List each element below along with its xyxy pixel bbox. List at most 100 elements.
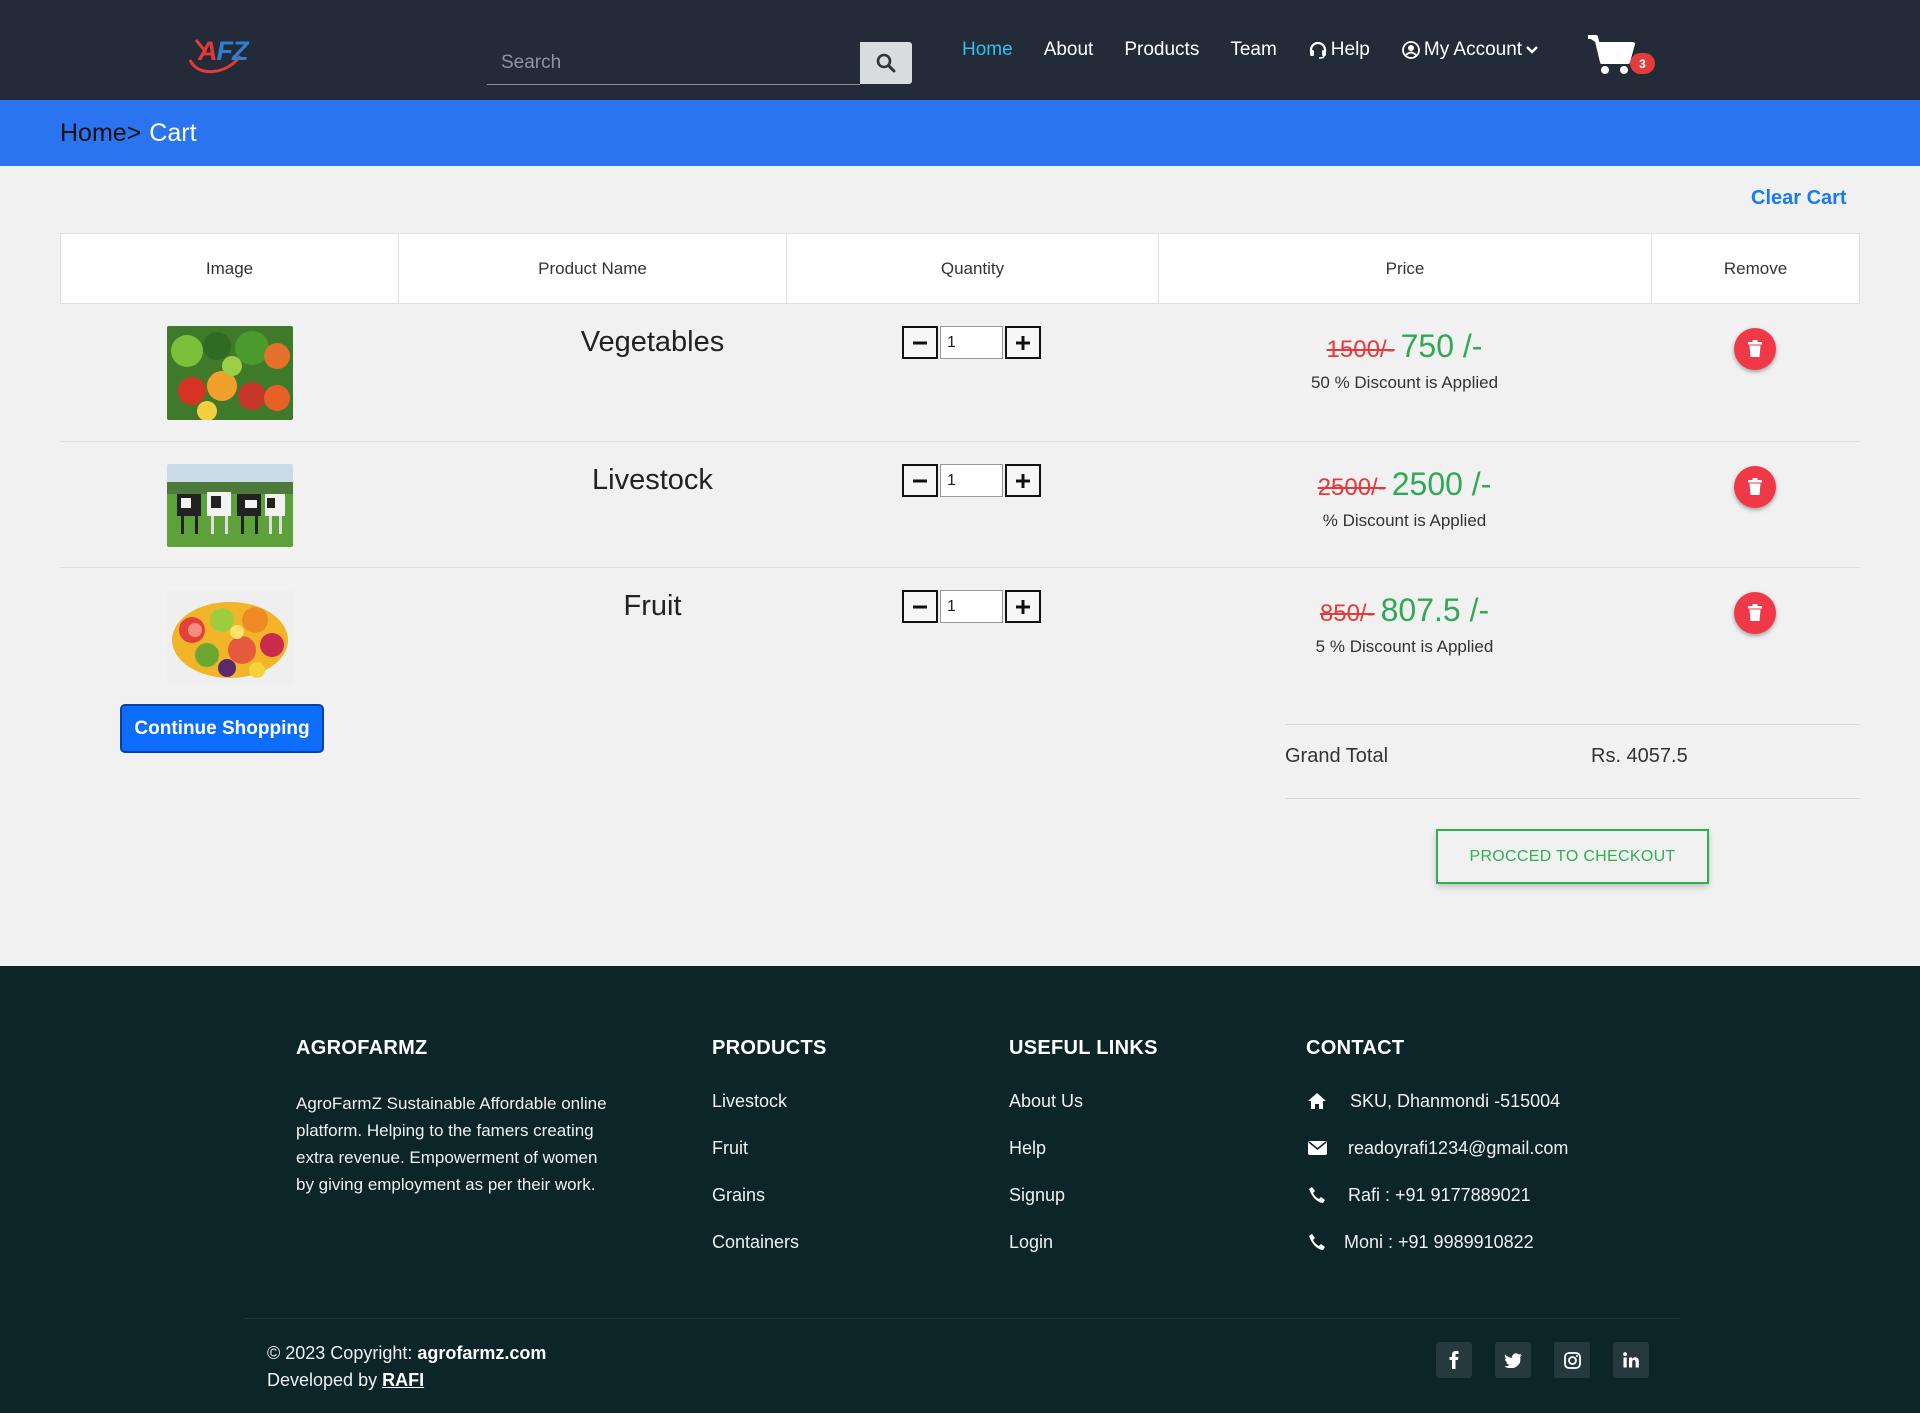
footer-link-fruit[interactable]: Fruit (712, 1138, 827, 1185)
discounted-price: 2500 /- (1391, 466, 1492, 502)
search-button[interactable] (860, 42, 912, 84)
footer-about-heading: AGROFARMZ (296, 1037, 428, 1059)
total-divider-bottom (1285, 798, 1860, 799)
footer-products-heading: PRODUCTS (712, 1037, 827, 1059)
discounted-price: 807.5 /- (1380, 592, 1490, 628)
discount-note: % Discount is Applied (1322, 511, 1487, 530)
product-name: Livestock (592, 464, 713, 496)
checkout-button[interactable]: PROCCED TO CHECKOUT (1436, 829, 1709, 884)
decrease-button[interactable] (902, 326, 938, 359)
instagram-button[interactable] (1554, 1342, 1590, 1378)
original-price: 850/- (1319, 600, 1375, 627)
quantity-input[interactable] (940, 590, 1003, 623)
footer-link-about-us[interactable]: About Us (1009, 1091, 1158, 1138)
original-price: 2500/- (1317, 474, 1386, 501)
linkedin-button[interactable] (1613, 1342, 1649, 1378)
header-image: Image (61, 234, 399, 303)
social-links (1436, 1342, 1672, 1378)
contact-email[interactable]: readoyrafi1234@gmail.com (1306, 1138, 1568, 1185)
footer-about-text: AgroFarmZ Sustainable Affordable online … (296, 1094, 607, 1194)
nav-help[interactable]: Help (1308, 39, 1370, 61)
footer-products: PRODUCTS Livestock Fruit Grains Containe… (712, 1037, 827, 1279)
breadcrumb-bar: Home> Cart (0, 100, 1920, 166)
footer-contact: CONTACT SKU, Dhanmondi -515004 readoyraf… (1306, 1037, 1568, 1279)
increase-button[interactable] (1005, 590, 1041, 623)
footer-link-help[interactable]: Help (1009, 1138, 1158, 1185)
increase-button[interactable] (1005, 464, 1041, 497)
cart-row-livestock: Livestock 2500/-2500 /- % Discount is Ap… (60, 442, 1860, 568)
footer-divider (244, 1318, 1680, 1319)
top-navbar: AFZ Home About Products Team Help My Acc… (0, 0, 1920, 100)
footer-link-login[interactable]: Login (1009, 1232, 1158, 1279)
facebook-icon (1449, 1351, 1459, 1369)
product-name: Vegetables (580, 326, 725, 358)
footer-link-grains[interactable]: Grains (712, 1185, 827, 1232)
nav-about[interactable]: About (1044, 39, 1094, 61)
discount-note: 50 % Discount is Applied (1310, 373, 1499, 392)
minus-icon (913, 605, 927, 608)
breadcrumb-current: Cart (149, 119, 197, 147)
copyright-site-link[interactable]: agrofarmz.com (417, 1343, 546, 1363)
remove-button[interactable] (1734, 592, 1776, 634)
search-bar (487, 42, 912, 85)
chevron-down-icon (1526, 46, 1538, 54)
developer-link[interactable]: RAFI (382, 1370, 424, 1390)
copyright: © 2023 Copyright: agrofarmz.com Develope… (267, 1343, 547, 1390)
quantity-input[interactable] (940, 464, 1003, 497)
remove-button[interactable] (1734, 466, 1776, 508)
home-icon (1306, 1091, 1328, 1111)
quantity-stepper (902, 326, 1041, 359)
clear-cart-link[interactable]: Clear Cart (1751, 187, 1847, 210)
product-name: Fruit (623, 590, 682, 622)
header-price: Price (1159, 234, 1652, 303)
grand-total-label: Grand Total (1285, 745, 1389, 767)
footer-link-livestock[interactable]: Livestock (712, 1091, 827, 1138)
breadcrumb-home[interactable]: Home> (60, 119, 141, 148)
cart-count-badge: 3 (1630, 53, 1655, 74)
decrease-button[interactable] (902, 590, 938, 623)
instagram-icon (1563, 1351, 1581, 1369)
nav-team[interactable]: Team (1230, 39, 1276, 61)
trash-icon (1748, 604, 1762, 621)
search-input[interactable] (487, 42, 860, 85)
cows-image (167, 464, 293, 547)
contact-phone-rafi[interactable]: Rafi : +91 9177889021 (1306, 1185, 1568, 1232)
quantity-stepper (902, 464, 1041, 497)
cart-icon (1588, 35, 1635, 74)
increase-button[interactable] (1005, 326, 1041, 359)
nav-home[interactable]: Home (962, 39, 1013, 61)
quantity-stepper (902, 590, 1041, 623)
continue-shopping-button[interactable]: Continue Shopping (120, 704, 324, 753)
facebook-button[interactable] (1436, 1342, 1472, 1378)
headset-icon (1309, 41, 1326, 59)
footer-useful-heading: USEFUL LINKS (1009, 1037, 1158, 1059)
nav-my-account[interactable]: My Account (1401, 39, 1542, 61)
footer-about: AGROFARMZ AgroFarmZ Sustainable Affordab… (296, 1037, 616, 1198)
cart-row-vegetables: Vegetables 1500/-750 /- 50 % Discount is… (60, 304, 1860, 442)
discounted-price: 750 /- (1400, 328, 1483, 364)
cart-button[interactable]: 3 (1586, 32, 1656, 77)
brand-logo[interactable]: AFZ (188, 30, 249, 80)
plus-icon (1016, 473, 1030, 488)
header-remove: Remove (1723, 258, 1788, 278)
discount-note: 5 % Discount is Applied (1315, 637, 1494, 656)
contact-phone-moni[interactable]: Moni : +91 9989910822 (1306, 1232, 1568, 1279)
footer-link-signup[interactable]: Signup (1009, 1185, 1158, 1232)
header-product-name: Product Name (399, 234, 787, 303)
phone-icon (1306, 1185, 1328, 1205)
decrease-button[interactable] (902, 464, 938, 497)
remove-button[interactable] (1734, 328, 1776, 370)
footer-link-containers[interactable]: Containers (712, 1232, 827, 1279)
twitter-button[interactable] (1495, 1342, 1531, 1378)
quantity-input[interactable] (940, 326, 1003, 359)
grand-total-value: Rs. 4057.5 (1591, 745, 1688, 767)
trash-icon (1748, 340, 1762, 357)
main-nav: Home About Products Team Help My Account (962, 37, 1573, 63)
nav-products[interactable]: Products (1124, 39, 1199, 61)
envelope-icon (1306, 1138, 1328, 1158)
phone-icon (1306, 1232, 1328, 1252)
price-cell: 2500/- 2500 /- % Discount is Applied (1158, 466, 1651, 531)
footer-contact-heading: CONTACT (1306, 1037, 1405, 1059)
footer: AGROFARMZ AgroFarmZ Sustainable Affordab… (0, 966, 1920, 1413)
total-divider-top (1285, 724, 1860, 725)
